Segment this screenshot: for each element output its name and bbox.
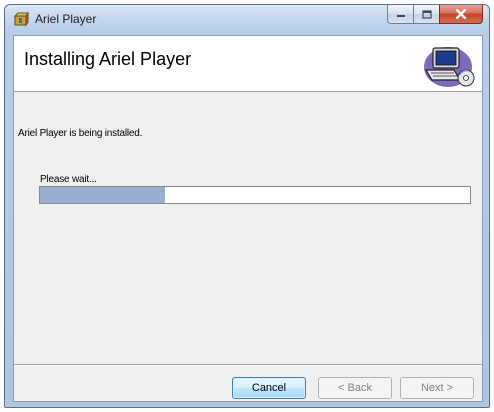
page-title: Installing Ariel Player xyxy=(24,49,192,69)
please-wait-label: Please wait... xyxy=(40,174,97,185)
caption-buttons xyxy=(387,5,483,25)
progress-fill xyxy=(40,187,165,203)
installer-window: Ariel Player Installing Ariel Player Ari… xyxy=(4,4,490,408)
install-progress-bar xyxy=(39,186,471,204)
status-message: Ariel Player is being installed. xyxy=(18,128,143,139)
dialog-client-area: Installing Ariel Player Ariel Player is … xyxy=(13,35,483,402)
title-bar[interactable]: Ariel Player xyxy=(5,5,489,33)
header-banner: Installing Ariel Player xyxy=(14,36,482,92)
maximize-icon xyxy=(421,9,432,19)
back-button[interactable]: < Back xyxy=(318,377,392,399)
minimize-icon xyxy=(396,15,405,17)
computer-cd-icon xyxy=(424,47,475,87)
close-icon xyxy=(455,9,467,19)
minimize-button[interactable] xyxy=(387,5,413,24)
installer-box-icon xyxy=(13,11,29,27)
window-title: Ariel Player xyxy=(35,12,97,26)
next-button[interactable]: Next > xyxy=(400,377,474,399)
close-button[interactable] xyxy=(439,5,483,24)
cancel-button[interactable]: Cancel xyxy=(232,377,306,399)
maximize-button[interactable] xyxy=(413,5,439,24)
footer-divider xyxy=(14,364,482,366)
